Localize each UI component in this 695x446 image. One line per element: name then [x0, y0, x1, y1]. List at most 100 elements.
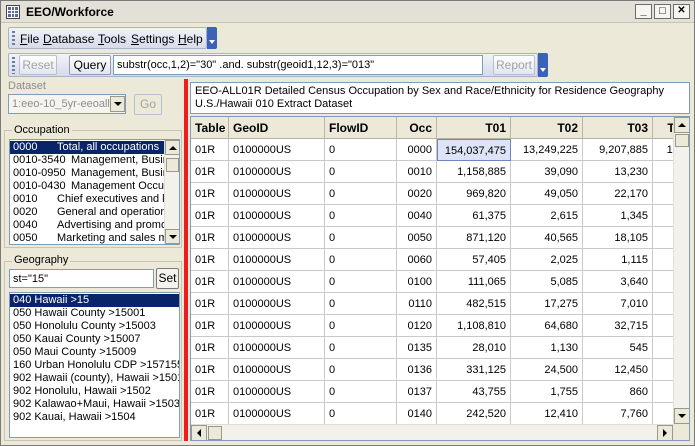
table-cell[interactable]: 01R [191, 293, 229, 315]
table-cell[interactable]: 0100000US [229, 227, 325, 249]
table-cell[interactable]: 0136 [397, 359, 437, 381]
table-cell[interactable]: 0135 [397, 337, 437, 359]
table-cell[interactable]: 40,565 [511, 227, 583, 249]
query-input[interactable]: substr(occ,1,2)="30" .and. substr(geoid1… [113, 55, 483, 75]
table-cell[interactable]: 1,158,885 [437, 161, 511, 183]
table-cell[interactable]: 64,680 [511, 315, 583, 337]
table-cell[interactable]: 0100000US [229, 139, 325, 161]
table-cell[interactable]: 0 [325, 271, 397, 293]
scroll-up-icon[interactable] [165, 140, 179, 155]
table-cell[interactable]: 01R [191, 205, 229, 227]
table-cell[interactable]: 13,249,225 [511, 139, 583, 161]
table-cell[interactable]: 43,755 [437, 381, 511, 403]
table-cell[interactable]: 0 [325, 337, 397, 359]
table-cell[interactable]: 0 [325, 403, 397, 425]
table-cell[interactable]: 0060 [397, 249, 437, 271]
scroll-right-icon[interactable] [657, 425, 673, 440]
geography-list-item[interactable]: 160 Urban Honolulu CDP >1571550 [10, 359, 179, 372]
table-cell[interactable]: 12,410 [511, 403, 583, 425]
table-cell[interactable]: 2,615 [511, 205, 583, 227]
geography-list-item[interactable]: 902 Honolulu, Hawaii >1502 [10, 385, 179, 398]
occupation-scrollbar[interactable] [164, 140, 179, 244]
table-cell[interactable]: 871,120 [437, 227, 511, 249]
reset-button[interactable]: Reset [19, 55, 57, 75]
table-cell[interactable]: 32,715 [583, 315, 653, 337]
scroll-thumb[interactable] [675, 134, 689, 147]
query-button[interactable]: Query [69, 55, 111, 75]
report-button[interactable]: Report [493, 55, 535, 75]
table-cell[interactable]: 0 [325, 381, 397, 403]
menu-tools[interactable]: Tools [98, 32, 126, 46]
table-cell[interactable]: 482,515 [437, 293, 511, 315]
table-cell[interactable]: 0010 [397, 161, 437, 183]
geography-list-item[interactable]: 050 Kauai County >15007 [10, 333, 179, 346]
table-cell[interactable]: 0110 [397, 293, 437, 315]
table-cell[interactable]: 49,050 [511, 183, 583, 205]
data-grid[interactable]: TableGeoIDFlowIDOccT01T02T03T0401R010000… [190, 116, 690, 441]
table-cell[interactable]: 0000 [397, 139, 437, 161]
column-header-geoid[interactable]: GeoID [229, 117, 325, 139]
table-cell[interactable]: 0 [325, 359, 397, 381]
table-cell[interactable]: 0100000US [229, 403, 325, 425]
occupation-list-item[interactable]: 0010-3540 Management, Business [10, 154, 164, 167]
chevron-down-icon[interactable] [110, 96, 125, 112]
occupation-list[interactable]: 0000 Total, all occupations 0010-3540 Manag… [9, 139, 180, 245]
table-cell[interactable]: 0100000US [229, 315, 325, 337]
table-cell[interactable]: 28,010 [437, 337, 511, 359]
occupation-list-item[interactable]: 0000 Total, all occupations [10, 141, 164, 154]
panel-splitter[interactable] [184, 79, 188, 441]
dataset-select[interactable]: 1:eeo-10_5yr-eeoall1 [8, 94, 126, 114]
occupation-list-item[interactable]: 0010 Chief executives and legislators [10, 193, 164, 206]
table-cell[interactable]: 3,640 [583, 271, 653, 293]
table-cell[interactable]: 12,450 [583, 359, 653, 381]
grid-vertical-scrollbar[interactable] [673, 117, 689, 424]
column-header-t03[interactable]: T03 [583, 117, 653, 139]
scroll-thumb[interactable] [208, 426, 222, 440]
title-bar[interactable]: EEO/Workforce _ □ ✕ [1, 1, 694, 23]
table-cell[interactable]: 57,405 [437, 249, 511, 271]
table-cell[interactable]: 0 [325, 227, 397, 249]
table-cell[interactable]: 154,037,475 [437, 139, 511, 161]
grip-handle[interactable] [12, 57, 15, 74]
geography-list-item[interactable]: 902 Hawaii (county), Hawaii >1501 [10, 372, 179, 385]
go-button[interactable]: Go [134, 94, 162, 115]
scroll-up-icon[interactable] [674, 117, 689, 133]
grid-horizontal-scrollbar[interactable] [191, 424, 673, 440]
menu-database[interactable]: Database [43, 32, 94, 46]
geography-list-item[interactable]: 050 Hawaii County >15001 [10, 307, 179, 320]
table-cell[interactable]: 7,760 [583, 403, 653, 425]
geography-filter-input[interactable]: st="15" [9, 269, 154, 288]
set-button[interactable]: Set [156, 268, 179, 289]
table-cell[interactable]: 01R [191, 271, 229, 293]
table-cell[interactable]: 545 [583, 337, 653, 359]
column-header-t01[interactable]: T01 [437, 117, 511, 139]
table-cell[interactable]: 0100000US [229, 359, 325, 381]
occupation-list-item[interactable]: 0010-0430 Management Occupations [10, 180, 164, 193]
table-cell[interactable]: 1,130 [511, 337, 583, 359]
geography-list-item[interactable]: 902 Kauai, Hawaii >1504 [10, 411, 179, 424]
table-cell[interactable]: 01R [191, 337, 229, 359]
close-button[interactable]: ✕ [673, 4, 690, 19]
table-cell[interactable]: 0040 [397, 205, 437, 227]
table-cell[interactable]: 969,820 [437, 183, 511, 205]
occupation-list-item[interactable]: 0020 General and operations [10, 206, 164, 219]
table-cell[interactable]: 0100000US [229, 381, 325, 403]
table-cell[interactable]: 0050 [397, 227, 437, 249]
table-cell[interactable]: 242,520 [437, 403, 511, 425]
menu-settings[interactable]: Settings [131, 32, 174, 46]
table-cell[interactable]: 0100000US [229, 271, 325, 293]
table-cell[interactable]: 01R [191, 227, 229, 249]
geography-list-item[interactable]: 902 Kalawao+Maui, Hawaii >1503 [10, 398, 179, 411]
table-cell[interactable]: 22,170 [583, 183, 653, 205]
column-header-t02[interactable]: T02 [511, 117, 583, 139]
table-cell[interactable]: 0120 [397, 315, 437, 337]
table-cell[interactable]: 01R [191, 183, 229, 205]
table-cell[interactable]: 01R [191, 403, 229, 425]
scroll-thumb[interactable] [166, 158, 179, 172]
table-cell[interactable]: 0 [325, 139, 397, 161]
minimize-button[interactable]: _ [635, 4, 652, 19]
table-cell[interactable]: 0137 [397, 381, 437, 403]
table-cell[interactable]: 18,105 [583, 227, 653, 249]
grip-handle[interactable] [12, 31, 15, 46]
scroll-down-icon[interactable] [165, 229, 179, 244]
